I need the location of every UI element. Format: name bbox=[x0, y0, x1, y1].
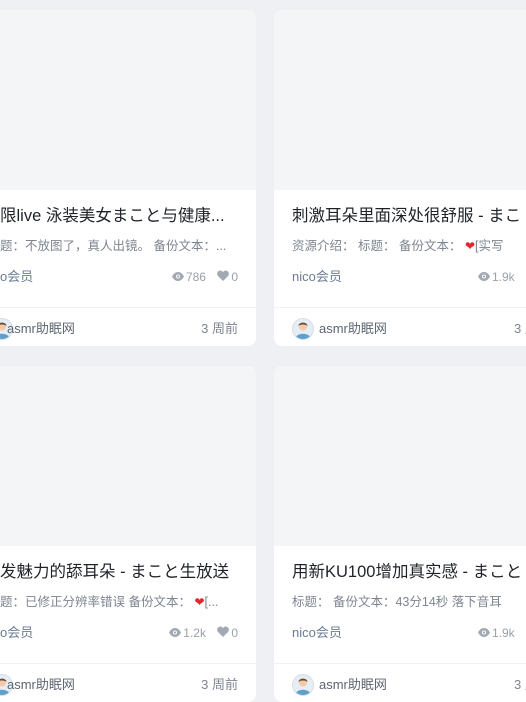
author-avatar[interactable] bbox=[292, 318, 314, 340]
post-category[interactable]: nico会员 bbox=[292, 266, 342, 288]
post-time: 3 周前 bbox=[201, 321, 238, 336]
post-meta: nico会员 1.9k bbox=[274, 622, 526, 644]
post-stats: 786 0 bbox=[164, 266, 238, 288]
post-category[interactable]: o会员 bbox=[0, 266, 33, 288]
post-category[interactable]: o会员 bbox=[0, 622, 33, 644]
post-thumbnail[interactable] bbox=[0, 366, 256, 546]
post-time: 3 月 bbox=[514, 321, 526, 336]
post-thumbnail[interactable] bbox=[274, 10, 526, 190]
author-avatar[interactable] bbox=[292, 674, 314, 696]
post-time: 3 周前 bbox=[201, 677, 238, 692]
post-card[interactable]: 刺激耳朵里面深处很舒服 - まこ 资源介绍： 标题： 备份文本： ❤[实写 ni… bbox=[274, 10, 526, 346]
post-stats: 1.9k bbox=[470, 622, 515, 644]
author-name[interactable]: asmr助眠网 bbox=[7, 317, 75, 341]
post-title[interactable]: 用新KU100增加真实感 - まこと bbox=[292, 559, 526, 585]
post-thumbnail[interactable] bbox=[0, 10, 256, 190]
card-divider bbox=[0, 663, 256, 664]
eye-icon bbox=[478, 266, 490, 288]
post-meta: o会员 1.2k 0 bbox=[0, 622, 256, 644]
view-count: 1.9k bbox=[478, 266, 515, 288]
view-count: 786 bbox=[171, 266, 206, 288]
card-divider bbox=[274, 307, 526, 308]
red-heart-icon: ❤ bbox=[464, 239, 475, 253]
post-title[interactable]: 刺激耳朵里面深处很舒服 - まこ bbox=[292, 203, 526, 229]
post-card[interactable]: 用新KU100增加真实感 - まこと 标题： 备份文本：43分14秒 落下音耳 … bbox=[274, 366, 526, 702]
post-excerpt: 资源介绍： 标题： 备份文本： ❤[实写 bbox=[292, 239, 504, 253]
view-count: 1.2k bbox=[169, 622, 206, 644]
post-excerpt: 题：不放图了，真人出镜。 备份文本：... bbox=[0, 239, 227, 253]
author-name[interactable]: asmr助眠网 bbox=[7, 673, 75, 697]
post-time: 3 月 bbox=[514, 677, 526, 692]
view-count: 1.9k bbox=[478, 622, 515, 644]
heart-icon bbox=[217, 622, 230, 644]
eye-icon bbox=[169, 622, 182, 644]
post-stats: 1.9k bbox=[470, 266, 515, 288]
author-name[interactable]: asmr助眠网 bbox=[319, 317, 387, 341]
post-excerpt: 标题： 备份文本：43分14秒 落下音耳 bbox=[292, 595, 502, 609]
post-meta: o会员 786 0 bbox=[0, 266, 256, 288]
post-title[interactable]: 发魅力的舔耳朵 - まこと生放送 bbox=[0, 559, 256, 585]
post-stats: 1.2k 0 bbox=[161, 622, 238, 644]
post-title[interactable]: 限live 泳装美女まこと与健康... bbox=[0, 203, 256, 229]
like-count[interactable]: 0 bbox=[217, 622, 238, 644]
author-name[interactable]: asmr助眠网 bbox=[319, 673, 387, 697]
red-heart-icon: ❤ bbox=[194, 595, 205, 609]
post-excerpt: 题：已修正分辨率错误 备份文本： ❤[... bbox=[0, 595, 219, 609]
post-footer: asmr助眠网 3 月 bbox=[274, 317, 526, 341]
card-divider bbox=[274, 663, 526, 664]
post-category[interactable]: nico会员 bbox=[292, 622, 342, 644]
card-divider bbox=[0, 307, 256, 308]
post-meta: nico会员 1.9k bbox=[274, 266, 526, 288]
post-card[interactable]: 发魅力的舔耳朵 - まこと生放送 题：已修正分辨率错误 备份文本： ❤[... … bbox=[0, 366, 256, 702]
post-footer: asmr助眠网 3 月 bbox=[274, 673, 526, 697]
eye-icon bbox=[171, 266, 184, 288]
post-footer: asmr助眠网 3 周前 bbox=[0, 317, 256, 341]
like-count[interactable]: 0 bbox=[217, 266, 238, 288]
eye-icon bbox=[478, 622, 490, 644]
post-card[interactable]: 限live 泳装美女まこと与健康... 题：不放图了，真人出镜。 备份文本：..… bbox=[0, 10, 256, 346]
post-footer: asmr助眠网 3 周前 bbox=[0, 673, 256, 697]
post-grid: 限live 泳装美女まこと与健康... 题：不放图了，真人出镜。 备份文本：..… bbox=[0, 0, 526, 702]
post-thumbnail[interactable] bbox=[274, 366, 526, 546]
heart-icon bbox=[217, 266, 230, 288]
